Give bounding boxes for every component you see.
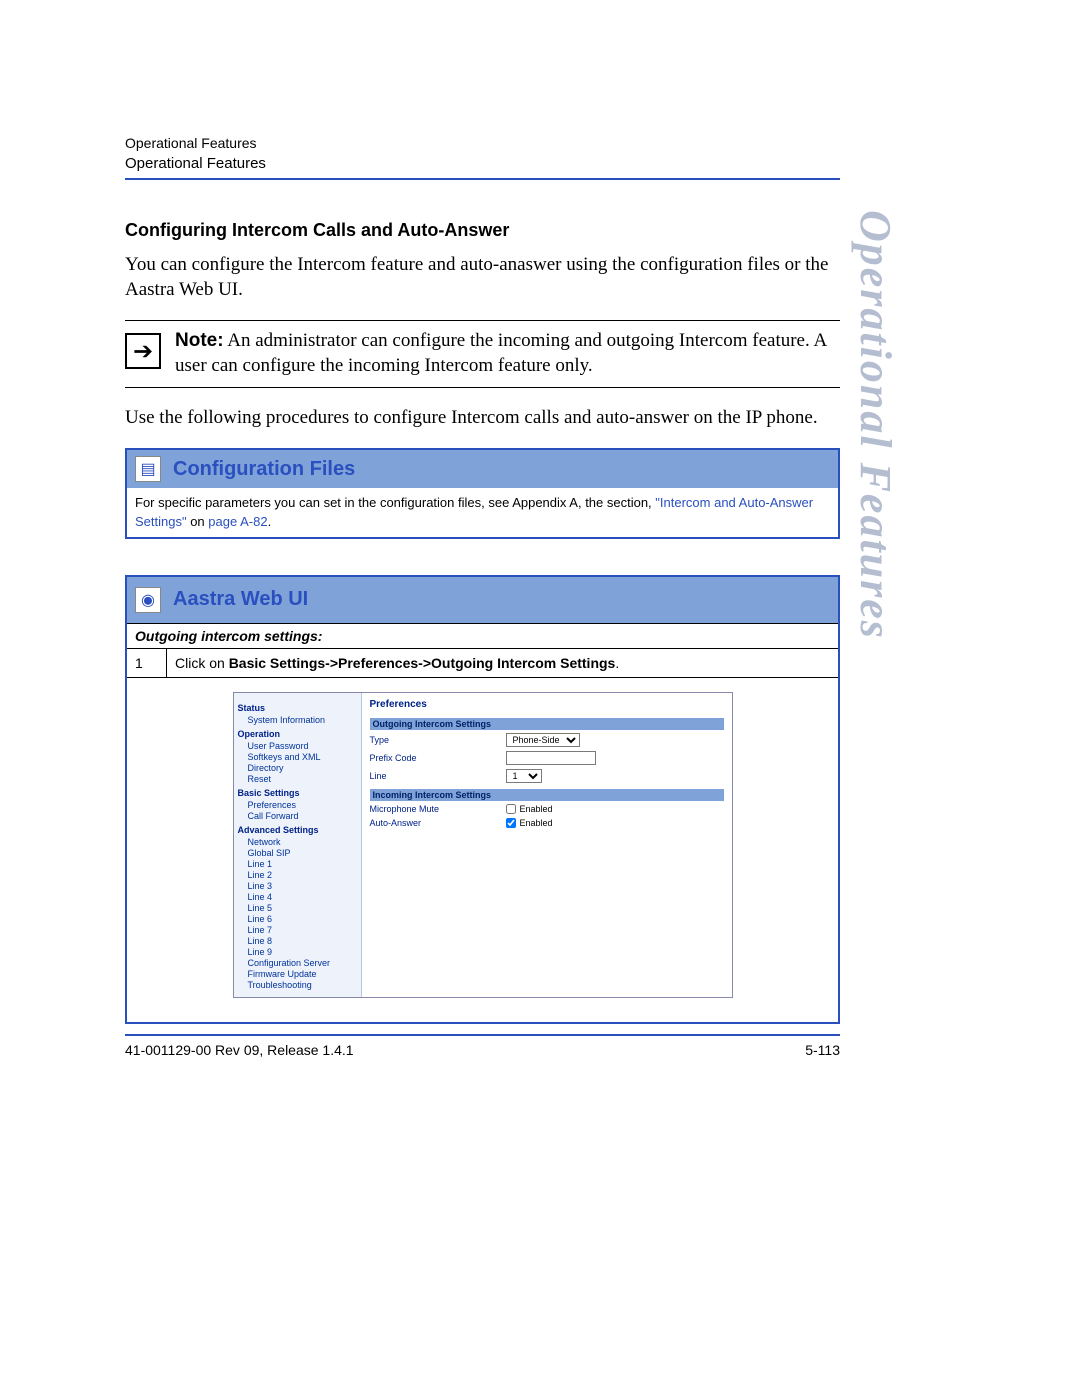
panel-header: ▤ Configuration Files <box>127 450 838 488</box>
sidebar-cat-basic-settings: Basic Settings <box>238 788 357 798</box>
checkbox-auto-answer[interactable]: Enabled <box>506 818 553 828</box>
running-head-small: Operational Features <box>125 135 840 151</box>
sidebar-item-line4[interactable]: Line 4 <box>248 892 357 902</box>
step-number: 1 <box>127 649 167 677</box>
page-footer: 41-001129-00 Rev 09, Release 1.4.1 5-113 <box>125 1034 840 1058</box>
config-body-pre: For specific parameters you can set in t… <box>135 495 655 510</box>
config-files-panel: ▤ Configuration Files For specific param… <box>125 448 840 538</box>
checkbox-auto-answer-input[interactable] <box>506 818 516 828</box>
sidebar-item-firmware-update[interactable]: Firmware Update <box>248 969 357 979</box>
panel-subtitle: Outgoing intercom settings: <box>127 623 838 648</box>
config-body-post: . <box>268 514 272 529</box>
row-mic-mute: Microphone Mute Enabled <box>370 804 724 814</box>
sidebar-cat-advanced-settings: Advanced Settings <box>238 825 357 835</box>
step-post: . <box>615 655 619 671</box>
select-line[interactable]: 1 <box>506 769 542 783</box>
sidebar-item-config-server[interactable]: Configuration Server <box>248 958 357 968</box>
checkbox-mic-mute[interactable]: Enabled <box>506 804 553 814</box>
sidebar-item-reset[interactable]: Reset <box>248 774 357 784</box>
sidebar-item-line3[interactable]: Line 3 <box>248 881 357 891</box>
intro-paragraph: You can configure the Intercom feature a… <box>125 253 840 302</box>
sidebar-item-global-sip[interactable]: Global SIP <box>248 848 357 858</box>
label-enabled: Enabled <box>520 804 553 814</box>
section-incoming: Incoming Intercom Settings <box>370 789 724 801</box>
sidebar-cat-status: Status <box>238 703 357 713</box>
row-prefix: Prefix Code <box>370 751 724 765</box>
footer-left: 41-001129-00 Rev 09, Release 1.4.1 <box>125 1042 354 1058</box>
note-body: An administrator can configure the incom… <box>175 330 826 376</box>
label-line: Line <box>370 771 500 781</box>
panel-title: Aastra Web UI <box>173 588 308 611</box>
row-line: Line 1 <box>370 769 724 783</box>
panel-body: For specific parameters you can set in t… <box>127 488 838 536</box>
globe-icon: ◉ <box>135 587 161 613</box>
step-text: Click on Basic Settings->Preferences->Ou… <box>167 649 838 677</box>
sidebar-item-line2[interactable]: Line 2 <box>248 870 357 880</box>
label-type: Type <box>370 735 500 745</box>
note-block: ➔ Note: An administrator can configure t… <box>125 320 840 387</box>
sidebar-item-line9[interactable]: Line 9 <box>248 947 357 957</box>
sidebar-item-line6[interactable]: Line 6 <box>248 914 357 924</box>
sidebar-item-line8[interactable]: Line 8 <box>248 936 357 946</box>
running-head: Operational Features <box>125 155 840 180</box>
config-body-mid: on <box>187 514 209 529</box>
row-type: Type Phone-Side <box>370 733 724 747</box>
step-row: 1 Click on Basic Settings->Preferences->… <box>127 648 838 677</box>
page-content: Operational Features Operational Feature… <box>125 135 840 1060</box>
panel-header: ◉ Aastra Web UI <box>127 577 838 623</box>
note-label: Note: <box>175 330 224 351</box>
aastra-webui-panel: ◉ Aastra Web UI Outgoing intercom settin… <box>125 575 840 1024</box>
note-text: Note: An administrator can configure the… <box>175 329 840 378</box>
main-pane: Preferences Outgoing Intercom Settings T… <box>362 693 732 997</box>
select-type[interactable]: Phone-Side <box>506 733 580 747</box>
sidebar-item-directory[interactable]: Directory <box>248 763 357 773</box>
arrow-right-icon: ➔ <box>125 333 161 369</box>
sidebar-item-softkeys-xml[interactable]: Softkeys and XML <box>248 752 357 762</box>
sidebar-item-troubleshooting[interactable]: Troubleshooting <box>248 980 357 990</box>
sidebar-item-network[interactable]: Network <box>248 837 357 847</box>
input-prefix-code[interactable] <box>506 751 596 765</box>
section-outgoing: Outgoing Intercom Settings <box>370 718 724 730</box>
label-auto-answer: Auto-Answer <box>370 818 500 828</box>
pane-heading: Preferences <box>370 699 724 710</box>
link-page-a82[interactable]: page A-82 <box>208 514 267 529</box>
embedded-screenshot: Status System Information Operation User… <box>127 677 838 1022</box>
sidebar: Status System Information Operation User… <box>234 693 362 997</box>
document-icon: ▤ <box>135 456 161 482</box>
row-auto-answer: Auto-Answer Enabled <box>370 818 724 828</box>
label-enabled: Enabled <box>520 818 553 828</box>
sidebar-item-line5[interactable]: Line 5 <box>248 903 357 913</box>
sidebar-item-line7[interactable]: Line 7 <box>248 925 357 935</box>
sidebar-item-user-password[interactable]: User Password <box>248 741 357 751</box>
checkbox-mic-mute-input[interactable] <box>506 804 516 814</box>
panel-title: Configuration Files <box>173 458 355 481</box>
label-prefix: Prefix Code <box>370 753 500 763</box>
after-note-paragraph: Use the following procedures to configur… <box>125 406 840 431</box>
sidebar-item-preferences[interactable]: Preferences <box>248 800 357 810</box>
sidebar-cat-operation: Operation <box>238 729 357 739</box>
step-bold: Basic Settings->Preferences->Outgoing In… <box>229 655 616 671</box>
app-window: Status System Information Operation User… <box>233 692 733 998</box>
footer-right: 5-113 <box>805 1042 840 1058</box>
sidebar-item-call-forward[interactable]: Call Forward <box>248 811 357 821</box>
step-pre: Click on <box>175 655 229 671</box>
sidebar-item-line1[interactable]: Line 1 <box>248 859 357 869</box>
label-mic-mute: Microphone Mute <box>370 804 500 814</box>
side-chapter-label: Operational Features <box>850 210 901 640</box>
section-heading: Configuring Intercom Calls and Auto-Answ… <box>125 220 840 241</box>
sidebar-item-system-information[interactable]: System Information <box>248 715 357 725</box>
